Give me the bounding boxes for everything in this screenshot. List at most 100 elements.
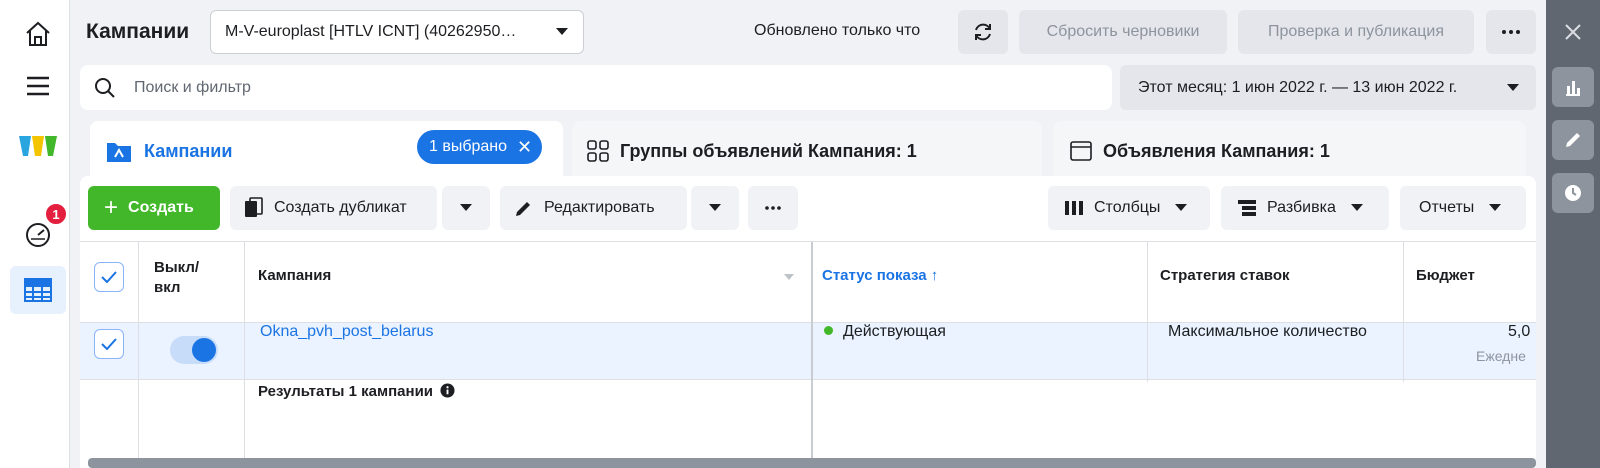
reports-label: Отчеты bbox=[1419, 199, 1475, 216]
create-button[interactable]: + Создать bbox=[88, 186, 220, 230]
selected-count: 1 выбрано bbox=[429, 138, 508, 155]
left-nav: 1 bbox=[0, 0, 70, 468]
right-rail bbox=[1546, 0, 1600, 468]
check-icon bbox=[101, 338, 117, 350]
plus-icon: + bbox=[104, 194, 119, 221]
select-all-checkbox[interactable] bbox=[94, 262, 124, 292]
duplicate-button[interactable]: Создать дубликат bbox=[230, 186, 437, 230]
reports-button[interactable]: Отчеты bbox=[1400, 186, 1526, 230]
delivery-status: Действующая bbox=[824, 323, 946, 341]
clock-icon bbox=[1565, 185, 1581, 201]
duplicate-dropdown-button[interactable] bbox=[442, 186, 490, 230]
chevron-down-icon bbox=[1489, 204, 1502, 211]
column-header-bid-strategy[interactable]: Стратегия ставок bbox=[1160, 267, 1290, 284]
col-divider bbox=[138, 242, 139, 458]
bid-strategy-value: Максимальное количество bbox=[1168, 323, 1367, 340]
chevron-down-icon bbox=[709, 204, 721, 211]
notification-badge: 1 bbox=[44, 202, 68, 226]
date-range-label: Этот месяц: 1 июн 2022 г. — 13 июн 2022 … bbox=[1138, 78, 1458, 96]
app-logo-icon bbox=[19, 136, 57, 156]
folder-icon bbox=[107, 143, 131, 162]
check-icon bbox=[101, 271, 117, 283]
breakdown-button[interactable]: Разбивка bbox=[1221, 186, 1389, 230]
columns-icon bbox=[1065, 201, 1083, 215]
tab-campaigns-label: Кампании bbox=[144, 140, 233, 161]
refresh-button[interactable] bbox=[958, 10, 1008, 54]
ads-manager-button[interactable] bbox=[10, 266, 66, 314]
campaign-toggle[interactable] bbox=[170, 336, 218, 364]
column-header-campaign[interactable]: Кампания bbox=[258, 267, 331, 284]
reset-drafts-button[interactable]: Сбросить черновики bbox=[1019, 10, 1227, 54]
ad-groups-icon bbox=[587, 140, 609, 162]
column-header-budget[interactable]: Бюджет bbox=[1416, 267, 1475, 284]
ad-icon bbox=[1070, 141, 1092, 161]
breakdown-label: Разбивка bbox=[1267, 199, 1336, 216]
selected-pill[interactable]: 1 выбрано ✕ bbox=[417, 130, 543, 164]
sort-ascending-icon: ↑ bbox=[930, 267, 939, 284]
page-title: Кампании bbox=[86, 20, 190, 43]
info-icon[interactable] bbox=[440, 383, 455, 398]
duplicate-label: Создать дубликат bbox=[274, 199, 407, 216]
toggle-knob bbox=[192, 338, 216, 362]
account-name: M-V-europlast [HTLV ICNT] (40262950… bbox=[225, 23, 517, 40]
history-button[interactable] bbox=[1552, 173, 1594, 213]
column-header-toggle[interactable]: Выкл/ вкл bbox=[154, 258, 199, 298]
tab-ads[interactable]: Объявления Кампания: 1 bbox=[1053, 121, 1526, 181]
more-icon bbox=[765, 206, 781, 210]
delivery-status-text: Действующая bbox=[843, 323, 946, 340]
home-button[interactable] bbox=[10, 10, 66, 58]
hamburger-icon bbox=[27, 76, 49, 96]
columns-label: Столбцы bbox=[1094, 199, 1161, 216]
frozen-col-divider bbox=[811, 242, 813, 458]
tab-ad-groups-label: Группы объявлений Кампания: 1 bbox=[620, 140, 917, 161]
table-grid-icon bbox=[24, 278, 52, 302]
sort-caret-icon[interactable] bbox=[783, 273, 795, 281]
tab-ads-label: Объявления Кампания: 1 bbox=[1103, 140, 1330, 161]
search-icon bbox=[95, 77, 115, 98]
status-dot bbox=[824, 326, 833, 336]
close-icon bbox=[1565, 24, 1581, 40]
budget-value: 5,0 bbox=[1508, 323, 1531, 340]
tab-campaigns[interactable]: Кампании 1 выбрано ✕ bbox=[90, 121, 563, 181]
bar-chart-icon bbox=[1566, 81, 1580, 96]
search-filter-bar[interactable]: Поиск и фильтр bbox=[80, 65, 1112, 110]
tab-ad-groups[interactable]: Группы объявлений Кампания: 1 bbox=[572, 121, 1042, 181]
edit-label: Редактировать bbox=[544, 199, 655, 216]
column-header-delivery-label: Статус показа bbox=[822, 267, 927, 284]
toolbar-more-button[interactable] bbox=[748, 186, 798, 230]
campaign-name-link[interactable]: Okna_pvh_post_belarus bbox=[260, 323, 433, 341]
date-range-picker[interactable]: Этот месяц: 1 июн 2022 г. — 13 июн 2022 … bbox=[1120, 65, 1536, 110]
results-summary: Результаты 1 кампании bbox=[258, 383, 455, 400]
campaigns-panel: + Создать Создать дубликат Редактировать… bbox=[80, 176, 1536, 468]
app-logo-button[interactable] bbox=[10, 122, 66, 170]
edit-panel-button[interactable] bbox=[1552, 120, 1594, 160]
chevron-down-icon bbox=[460, 204, 472, 211]
results-summary-text: Результаты 1 кампании bbox=[258, 383, 434, 400]
updated-status: Обновлено только что bbox=[754, 22, 921, 39]
edit-button[interactable]: Редактировать bbox=[500, 186, 687, 230]
close-panel-button[interactable] bbox=[1561, 20, 1585, 44]
col-divider bbox=[1147, 242, 1148, 382]
pencil-icon bbox=[516, 202, 530, 216]
chevron-down-icon bbox=[1507, 83, 1519, 91]
search-placeholder: Поиск и фильтр bbox=[134, 78, 251, 96]
account-select[interactable]: M-V-europlast [HTLV ICNT] (40262950… bbox=[210, 10, 584, 54]
refresh-icon bbox=[975, 23, 991, 41]
menu-button[interactable] bbox=[10, 62, 66, 110]
columns-button[interactable]: Столбцы bbox=[1048, 186, 1210, 230]
horizontal-scrollbar[interactable] bbox=[88, 458, 1536, 468]
notifications-button[interactable]: 1 bbox=[10, 202, 68, 258]
col-divider bbox=[1403, 242, 1404, 382]
row-checkbox[interactable] bbox=[94, 329, 124, 359]
more-options-button[interactable] bbox=[1486, 10, 1536, 54]
clear-selection-icon[interactable]: ✕ bbox=[517, 137, 532, 158]
chevron-down-icon bbox=[556, 28, 568, 35]
charts-button[interactable] bbox=[1552, 67, 1594, 107]
edit-dropdown-button[interactable] bbox=[691, 186, 739, 230]
more-icon bbox=[1502, 30, 1520, 34]
create-label: Создать bbox=[128, 199, 194, 216]
duplicate-icon bbox=[245, 197, 263, 217]
column-header-delivery[interactable]: Статус показа ↑ bbox=[822, 267, 938, 284]
review-publish-button[interactable]: Проверка и публикация bbox=[1238, 10, 1474, 54]
table-top-border bbox=[80, 241, 1536, 242]
